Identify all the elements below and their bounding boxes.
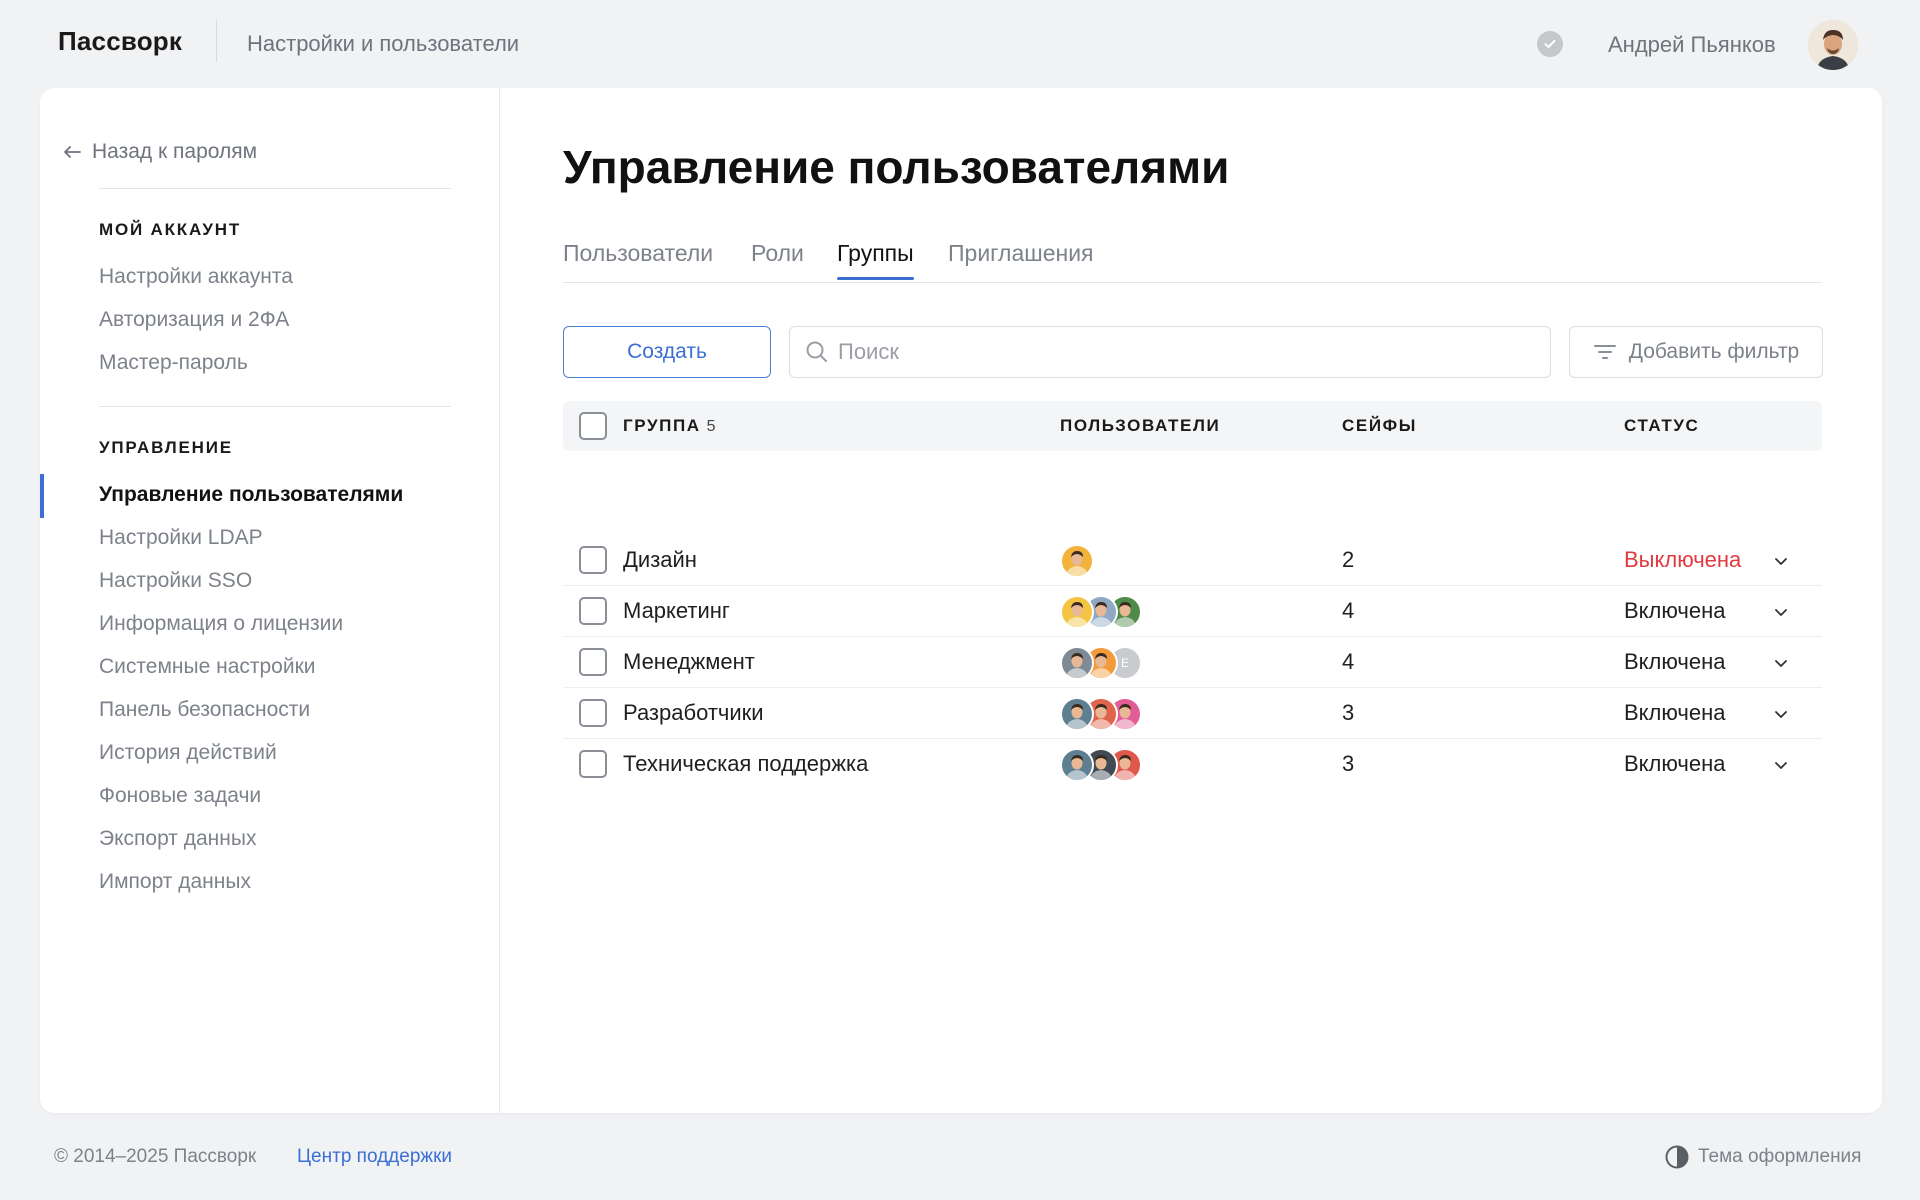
sidebar-item-account-settings[interactable]: Настройки аккаунта [99,265,293,289]
divider [99,188,451,189]
group-name[interactable]: Техническая поддержка [623,751,868,777]
sidebar-item-ldap[interactable]: Настройки LDAP [99,526,263,550]
vault-count: 2 [1342,547,1355,572]
group-name[interactable]: Дизайн [623,547,697,573]
group-members-avatars[interactable] [1060,697,1142,731]
row-checkbox[interactable] [579,699,607,727]
back-label: Назад к паролям [92,140,258,163]
select-all-checkbox[interactable] [579,412,607,440]
sidebar-item-user-management[interactable]: Управление пользователями [99,483,403,507]
sidebar-item-master-password[interactable]: Мастер-пароль [99,351,248,375]
theme-toggle[interactable]: Тема оформления [1664,1144,1861,1170]
table-row[interactable]: Разработчики 3 Включена [563,688,1822,739]
group-members-avatars[interactable]: Е [1060,646,1142,680]
search-input[interactable] [838,339,1518,365]
sidebar-item-license[interactable]: Информация о лицензии [99,612,343,636]
support-center-link[interactable]: Центр поддержки [297,1146,452,1168]
table-header: ГРУППА 5 ПОЛЬЗОВАТЕЛИ СЕЙФЫ СТАТУС [563,401,1822,451]
group-members-avatars[interactable] [1060,544,1094,578]
section-heading-admin: УПРАВЛЕНИЕ [99,438,233,457]
check-circle-icon [1537,31,1563,57]
search-box [789,326,1551,378]
table-row[interactable]: Дизайн 2 Выключена [563,535,1822,586]
main-card: Назад к паролям МОЙ АККАУНТ Настройки ак… [40,88,1882,1113]
page-title: Управление пользователями [563,141,1230,193]
filter-icon [1593,345,1616,359]
vault-count: 4 [1342,649,1355,674]
sidebar-item-auth-2fa[interactable]: Авторизация и 2ФА [99,308,289,332]
sidebar-item-background-tasks[interactable]: Фоновые задачи [99,784,261,808]
table-row[interactable]: Маркетинг 4 Включена [563,586,1822,637]
status-badge: Включена [1624,649,1726,674]
row-checkbox[interactable] [579,546,607,574]
chevron-down-icon[interactable] [1772,552,1790,570]
row-checkbox[interactable] [579,597,607,625]
half-circle-icon [1665,1145,1689,1169]
sidebar-item-activity-log[interactable]: История действий [99,741,277,765]
chevron-down-icon[interactable] [1772,603,1790,621]
sidebar-item-system-settings[interactable]: Системные настройки [99,655,316,679]
theme-label: Тема оформления [1698,1146,1862,1167]
avatar [1060,595,1094,629]
sidebar: Назад к паролям МОЙ АККАУНТ Настройки ак… [40,88,500,1113]
status-badge: Выключена [1624,547,1742,572]
vault-count: 3 [1342,700,1355,725]
back-to-passwords-link[interactable]: Назад к паролям [62,140,257,164]
group-name[interactable]: Разработчики [623,700,764,726]
sidebar-item-sso[interactable]: Настройки SSO [99,569,252,593]
tab-groups-label: Группы [837,240,914,266]
table-row[interactable]: Менеджмент Е 4 Включена [563,637,1822,688]
top-bar: Пассворк Настройки и пользователи Андрей… [0,0,1920,88]
arrow-left-icon [64,146,81,158]
chevron-down-icon[interactable] [1772,654,1790,672]
brand-logo-text[interactable]: Пассворк [58,26,182,57]
vault-count: 3 [1342,751,1355,776]
status-badge: Включена [1624,598,1726,623]
copyright: © 2014–2025 Пассворк [54,1146,257,1167]
row-checkbox[interactable] [579,750,607,778]
divider [99,406,451,407]
column-header-group[interactable]: ГРУППА 5 [623,416,716,436]
status-badge: Включена [1624,751,1726,776]
add-filter-button[interactable]: Добавить фильтр [1569,326,1823,378]
group-name[interactable]: Маркетинг [623,598,730,624]
column-group-label: ГРУППА [623,416,701,435]
tab-roles[interactable]: Роли [751,240,804,267]
sidebar-item-data-import[interactable]: Импорт данных [99,870,251,894]
tab-groups[interactable]: Группы [837,240,914,280]
column-header-status[interactable]: СТАТУС [1624,416,1699,436]
tab-bar: Пользователи Роли Группы Приглашения [563,240,1822,283]
status-badge: Включена [1624,700,1726,725]
tab-users[interactable]: Пользователи [563,240,713,267]
avatar[interactable] [1808,20,1858,70]
avatar [1060,544,1094,578]
vault-count: 4 [1342,598,1355,623]
section-heading-account: МОЙ АККАУНТ [99,220,242,239]
brand-divider [216,20,217,62]
avatar [1060,697,1094,731]
breadcrumb: Настройки и пользователи [247,31,520,56]
column-header-users[interactable]: ПОЛЬЗОВАТЕЛИ [1060,416,1220,436]
sidebar-item-security-dashboard[interactable]: Панель безопасности [99,698,310,722]
chevron-down-icon[interactable] [1772,756,1790,774]
add-filter-label: Добавить фильтр [1628,340,1800,363]
user-name[interactable]: Андрей Пьянков [1608,32,1776,58]
group-count: 5 [706,418,716,435]
content-area: Управление пользователями Пользователи Р… [500,88,1882,1113]
active-item-marker [40,474,44,518]
tab-invitations[interactable]: Приглашения [948,240,1094,267]
group-members-avatars[interactable] [1060,748,1142,782]
sidebar-item-data-export[interactable]: Экспорт данных [99,827,256,851]
group-name[interactable]: Менеджмент [623,649,755,675]
chevron-down-icon[interactable] [1772,705,1790,723]
table-row[interactable]: Техническая поддержка 3 Включена [563,739,1822,790]
active-tab-indicator [837,277,914,280]
avatar [1060,646,1094,680]
search-icon [806,341,827,362]
column-header-vaults[interactable]: СЕЙФЫ [1342,416,1417,436]
create-button[interactable]: Создать [563,326,771,378]
group-members-avatars[interactable] [1060,595,1142,629]
row-checkbox[interactable] [579,648,607,676]
avatar [1060,748,1094,782]
